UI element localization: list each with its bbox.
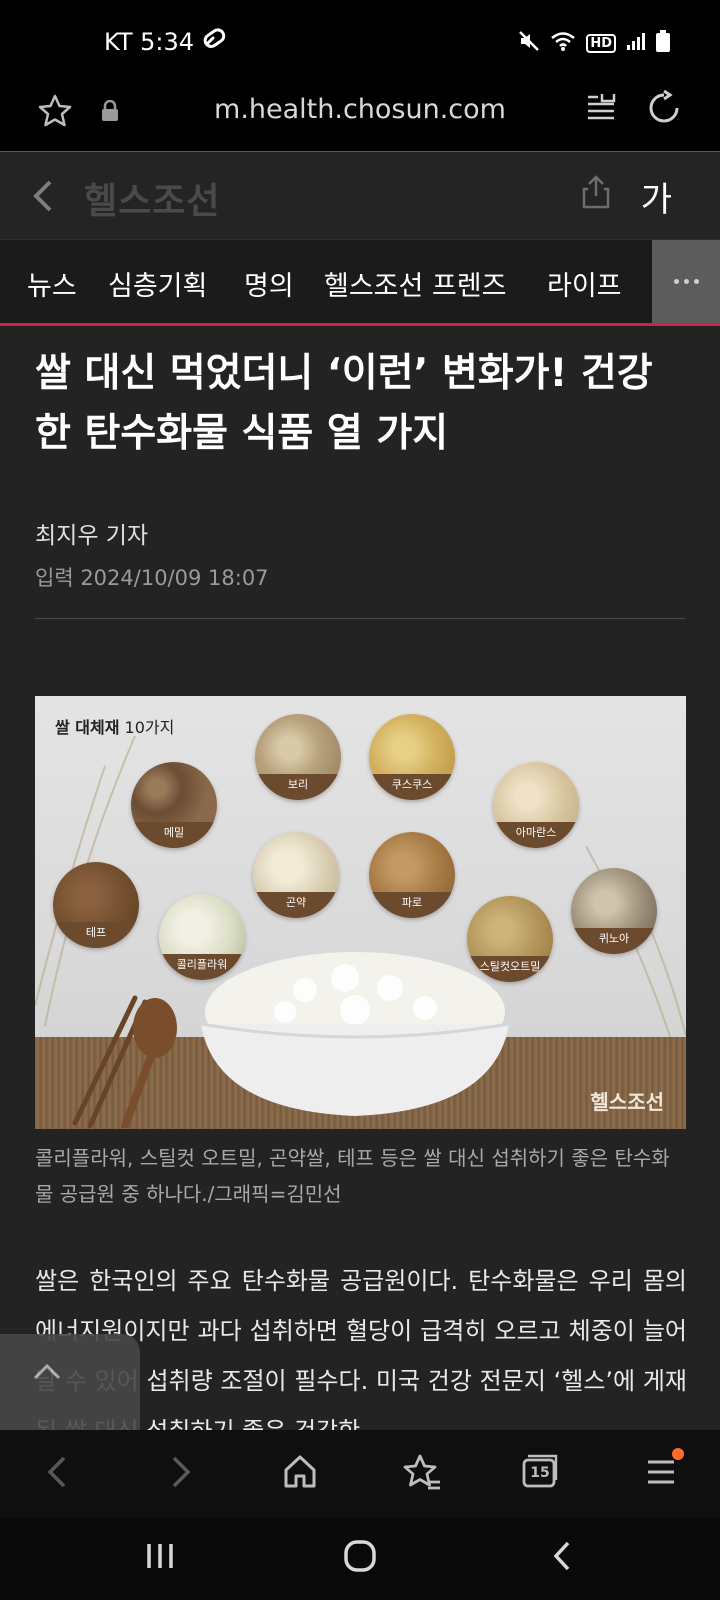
browser-bottom-toolbar: 15 [0, 1430, 720, 1518]
menu-icon[interactable] [644, 1452, 678, 1496]
article-author[interactable]: 최지우 기자 [35, 516, 148, 550]
grain-couscous: 쿠스쿠스 [369, 714, 455, 800]
article-title-line-1: 쌀 대신 먹었더니 ‘이런’ 변화가! 건강 [35, 351, 653, 396]
signal-icon [626, 31, 646, 56]
figure-caption: 콜리플라워, 스틸컷 오트밀, 곤약쌀, 테프 등은 쌀 대신 섭취하기 좋은 … [35, 1146, 670, 1206]
nav-tab-doctors[interactable]: 명의 [244, 264, 294, 303]
bookmarks-icon[interactable] [402, 1452, 442, 1496]
carrier-time: KT 5:34 [104, 28, 195, 56]
site-header: 헬스조선 가 [0, 152, 720, 240]
reload-icon[interactable] [646, 89, 682, 130]
wifi-icon [550, 30, 576, 57]
article-published-date: 입력 2024/10/09 18:07 [35, 566, 269, 590]
status-icons: HD [518, 30, 670, 57]
article-title: 쌀 대신 먹었더니 ‘이런’ 변화가! 건강 한 탄수화물 식품 열 가지 [35, 344, 695, 464]
recent-apps-icon[interactable] [144, 1538, 176, 1578]
scroll-to-top-button[interactable] [0, 1334, 140, 1432]
nav-tab-friends[interactable]: 헬스조선 프렌즈 [324, 264, 506, 303]
status-left: KT 5:34 [104, 28, 228, 56]
reader-mode-icon[interactable] [584, 90, 618, 128]
back-chevron-icon[interactable] [30, 178, 58, 218]
grain-quinoa: 퀴노아 [571, 868, 657, 954]
spoon-chopsticks-illustration [72, 995, 177, 1128]
nav-fade [622, 240, 652, 323]
system-back-icon[interactable] [548, 1538, 576, 1578]
grain-amaranth: 아마란스 [493, 762, 579, 848]
chevron-up-icon [32, 1362, 62, 1386]
forward-arrow-icon[interactable] [166, 1452, 196, 1496]
home-button-icon[interactable] [342, 1538, 378, 1578]
notification-dot [672, 1448, 684, 1460]
grain-farro: 파로 [369, 832, 455, 918]
back-arrow-icon[interactable] [42, 1452, 72, 1496]
rice-bowl-illustration [200, 952, 510, 1116]
link-icon [202, 28, 228, 56]
browser-url-bar: m.health.chosun.com [0, 86, 720, 152]
figure-watermark: 헬스조선 [590, 1090, 664, 1114]
home-icon[interactable] [282, 1452, 318, 1496]
nav-tab-news[interactable]: 뉴스 [27, 264, 77, 303]
status-bar: KT 5:34 HD [0, 0, 720, 86]
nav-tab-life[interactable]: 라이프 [547, 264, 622, 303]
grain-buckwheat: 메밀 [131, 762, 217, 848]
article-title-line-2: 한 탄수화물 식품 열 가지 [35, 411, 449, 456]
category-nav: 뉴스 심층기획 명의 헬스조선 프렌즈 라이프 [0, 240, 720, 326]
grain-teff: 테프 [53, 862, 139, 948]
grain-konjac: 곤약 [253, 832, 339, 918]
hd-badge: HD [586, 34, 616, 53]
battery-icon [656, 30, 670, 57]
site-logo[interactable]: 헬스조선 [84, 172, 220, 224]
share-icon[interactable] [580, 174, 612, 214]
grain-barley: 보리 [255, 714, 341, 800]
mute-icon [518, 30, 540, 57]
article-figure[interactable]: 쌀 대체재 10가지 메밀 보리 쿠스쿠스 아마란스 테프 콜리플라워 곤약 파… [35, 696, 686, 1129]
font-size-button[interactable]: 가 [641, 172, 672, 221]
nav-tab-in-depth[interactable]: 심층기획 [108, 264, 207, 303]
more-menu-button[interactable] [652, 240, 720, 323]
tab-count: 15 [530, 1465, 550, 1481]
divider [35, 618, 685, 619]
system-navigation-bar [0, 1518, 720, 1600]
tabs-icon[interactable]: 15 [520, 1452, 560, 1496]
